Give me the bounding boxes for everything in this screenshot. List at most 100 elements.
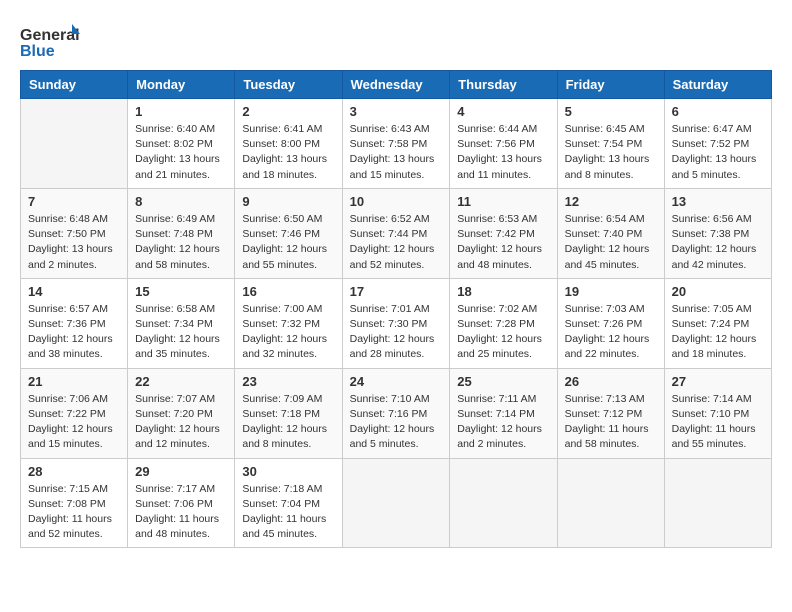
day-info: Sunrise: 7:18 AM Sunset: 7:04 PM Dayligh… <box>242 482 334 543</box>
day-info: Sunrise: 6:57 AM Sunset: 7:36 PM Dayligh… <box>28 302 120 363</box>
day-number: 11 <box>457 194 549 209</box>
day-number: 18 <box>457 284 549 299</box>
calendar-cell: 11 Sunrise: 6:53 AM Sunset: 7:42 PM Dayli… <box>450 188 557 278</box>
calendar-cell: 23Sunrise: 7:09 AM Sunset: 7:18 PM Dayli… <box>235 368 342 458</box>
calendar-cell: 29 Sunrise: 7:17 AM Sunset: 7:06 PM Dayli… <box>128 458 235 548</box>
day-number: 1 <box>135 104 227 119</box>
calendar-cell: 10 Sunrise: 6:52 AM Sunset: 7:44 PM Dayli… <box>342 188 450 278</box>
calendar-cell: 14 Sunrise: 6:57 AM Sunset: 7:36 PM Dayli… <box>21 278 128 368</box>
day-info: Sunrise: 7:03 AM Sunset: 7:26 PM Dayligh… <box>565 302 657 363</box>
day-info: Sunrise: 6:50 AM Sunset: 7:46 PM Dayligh… <box>242 212 334 273</box>
calendar-cell: 17 Sunrise: 7:01 AM Sunset: 7:30 PM Dayli… <box>342 278 450 368</box>
calendar-cell: 4 Sunrise: 6:44 AM Sunset: 7:56 PM Daylig… <box>450 99 557 189</box>
calendar-week-3: 14 Sunrise: 6:57 AM Sunset: 7:36 PM Dayli… <box>21 278 772 368</box>
day-number: 29 <box>135 464 227 479</box>
day-number: 10 <box>350 194 443 209</box>
day-number: 17 <box>350 284 443 299</box>
calendar-cell <box>664 458 771 548</box>
svg-text:Blue: Blue <box>20 43 55 60</box>
day-info: Sunrise: 7:14 AM Sunset: 7:10 PM Dayligh… <box>672 392 764 453</box>
calendar-week-5: 28 Sunrise: 7:15 AM Sunset: 7:08 PM Dayli… <box>21 458 772 548</box>
calendar-cell: 16Sunrise: 7:00 AM Sunset: 7:32 PM Dayli… <box>235 278 342 368</box>
calendar-table: SundayMondayTuesdayWednesdayThursdayFrid… <box>20 70 772 548</box>
calendar-cell: 13 Sunrise: 6:56 AM Sunset: 7:38 PM Dayli… <box>664 188 771 278</box>
day-number: 7 <box>28 194 120 209</box>
day-info: Sunrise: 7:09 AM Sunset: 7:18 PM Dayligh… <box>242 392 334 453</box>
day-info: Sunrise: 6:45 AM Sunset: 7:54 PM Dayligh… <box>565 122 657 183</box>
calendar-cell: 15Sunrise: 6:58 AM Sunset: 7:34 PM Dayli… <box>128 278 235 368</box>
calendar-cell: 2 Sunrise: 6:41 AM Sunset: 8:00 PM Daylig… <box>235 99 342 189</box>
calendar-cell: 20Sunrise: 7:05 AM Sunset: 7:24 PM Dayli… <box>664 278 771 368</box>
page-header: General Blue <box>20 20 772 60</box>
calendar-cell: 30 Sunrise: 7:18 AM Sunset: 7:04 PM Dayli… <box>235 458 342 548</box>
day-info: Sunrise: 6:40 AM Sunset: 8:02 PM Dayligh… <box>135 122 227 183</box>
day-number: 25 <box>457 374 549 389</box>
calendar-cell <box>21 99 128 189</box>
day-info: Sunrise: 6:54 AM Sunset: 7:40 PM Dayligh… <box>565 212 657 273</box>
day-number: 19 <box>565 284 657 299</box>
day-info: Sunrise: 6:48 AM Sunset: 7:50 PM Dayligh… <box>28 212 120 273</box>
day-info: Sunrise: 7:02 AM Sunset: 7:28 PM Dayligh… <box>457 302 549 363</box>
weekday-header-friday: Friday <box>557 71 664 99</box>
calendar-cell <box>342 458 450 548</box>
calendar-cell: 5Sunrise: 6:45 AM Sunset: 7:54 PM Daylig… <box>557 99 664 189</box>
day-info: Sunrise: 7:10 AM Sunset: 7:16 PM Dayligh… <box>350 392 443 453</box>
day-info: Sunrise: 6:53 AM Sunset: 7:42 PM Dayligh… <box>457 212 549 273</box>
calendar-cell: 24Sunrise: 7:10 AM Sunset: 7:16 PM Dayli… <box>342 368 450 458</box>
calendar-cell: 27 Sunrise: 7:14 AM Sunset: 7:10 PM Dayli… <box>664 368 771 458</box>
calendar-cell: 8 Sunrise: 6:49 AM Sunset: 7:48 PM Daylig… <box>128 188 235 278</box>
calendar-cell: 21Sunrise: 7:06 AM Sunset: 7:22 PM Dayli… <box>21 368 128 458</box>
logo: General Blue <box>20 20 80 60</box>
day-info: Sunrise: 7:11 AM Sunset: 7:14 PM Dayligh… <box>457 392 549 453</box>
calendar-week-2: 7 Sunrise: 6:48 AM Sunset: 7:50 PM Daylig… <box>21 188 772 278</box>
day-number: 26 <box>565 374 657 389</box>
day-info: Sunrise: 7:01 AM Sunset: 7:30 PM Dayligh… <box>350 302 443 363</box>
day-info: Sunrise: 6:41 AM Sunset: 8:00 PM Dayligh… <box>242 122 334 183</box>
calendar-cell: 12Sunrise: 6:54 AM Sunset: 7:40 PM Dayli… <box>557 188 664 278</box>
weekday-header-saturday: Saturday <box>664 71 771 99</box>
svg-text:General: General <box>20 27 80 44</box>
day-info: Sunrise: 7:06 AM Sunset: 7:22 PM Dayligh… <box>28 392 120 453</box>
logo-icon: General Blue <box>20 20 80 60</box>
calendar-cell: 3 Sunrise: 6:43 AM Sunset: 7:58 PM Daylig… <box>342 99 450 189</box>
day-number: 13 <box>672 194 764 209</box>
calendar-cell: 19 Sunrise: 7:03 AM Sunset: 7:26 PM Dayli… <box>557 278 664 368</box>
calendar-cell: 25 Sunrise: 7:11 AM Sunset: 7:14 PM Dayli… <box>450 368 557 458</box>
day-number: 4 <box>457 104 549 119</box>
day-number: 2 <box>242 104 334 119</box>
weekday-header-wednesday: Wednesday <box>342 71 450 99</box>
day-number: 27 <box>672 374 764 389</box>
day-number: 28 <box>28 464 120 479</box>
day-number: 30 <box>242 464 334 479</box>
day-number: 20 <box>672 284 764 299</box>
day-info: Sunrise: 7:17 AM Sunset: 7:06 PM Dayligh… <box>135 482 227 543</box>
calendar-cell <box>557 458 664 548</box>
calendar-cell: 22Sunrise: 7:07 AM Sunset: 7:20 PM Dayli… <box>128 368 235 458</box>
day-info: Sunrise: 6:52 AM Sunset: 7:44 PM Dayligh… <box>350 212 443 273</box>
day-info: Sunrise: 7:13 AM Sunset: 7:12 PM Dayligh… <box>565 392 657 453</box>
weekday-header-tuesday: Tuesday <box>235 71 342 99</box>
calendar-body: 1 Sunrise: 6:40 AM Sunset: 8:02 PM Daylig… <box>21 99 772 548</box>
day-info: Sunrise: 6:56 AM Sunset: 7:38 PM Dayligh… <box>672 212 764 273</box>
day-number: 3 <box>350 104 443 119</box>
calendar-cell: 9 Sunrise: 6:50 AM Sunset: 7:46 PM Daylig… <box>235 188 342 278</box>
day-info: Sunrise: 6:47 AM Sunset: 7:52 PM Dayligh… <box>672 122 764 183</box>
weekday-header-monday: Monday <box>128 71 235 99</box>
day-number: 16 <box>242 284 334 299</box>
day-info: Sunrise: 6:43 AM Sunset: 7:58 PM Dayligh… <box>350 122 443 183</box>
calendar-cell <box>450 458 557 548</box>
day-info: Sunrise: 7:15 AM Sunset: 7:08 PM Dayligh… <box>28 482 120 543</box>
calendar-cell: 28 Sunrise: 7:15 AM Sunset: 7:08 PM Dayli… <box>21 458 128 548</box>
calendar-cell: 26 Sunrise: 7:13 AM Sunset: 7:12 PM Dayli… <box>557 368 664 458</box>
calendar-cell: 6 Sunrise: 6:47 AM Sunset: 7:52 PM Daylig… <box>664 99 771 189</box>
calendar-cell: 18 Sunrise: 7:02 AM Sunset: 7:28 PM Dayli… <box>450 278 557 368</box>
day-info: Sunrise: 6:58 AM Sunset: 7:34 PM Dayligh… <box>135 302 227 363</box>
day-number: 14 <box>28 284 120 299</box>
day-info: Sunrise: 6:44 AM Sunset: 7:56 PM Dayligh… <box>457 122 549 183</box>
calendar-cell: 7 Sunrise: 6:48 AM Sunset: 7:50 PM Daylig… <box>21 188 128 278</box>
day-number: 8 <box>135 194 227 209</box>
calendar-week-1: 1 Sunrise: 6:40 AM Sunset: 8:02 PM Daylig… <box>21 99 772 189</box>
day-info: Sunrise: 6:49 AM Sunset: 7:48 PM Dayligh… <box>135 212 227 273</box>
day-number: 9 <box>242 194 334 209</box>
day-number: 6 <box>672 104 764 119</box>
